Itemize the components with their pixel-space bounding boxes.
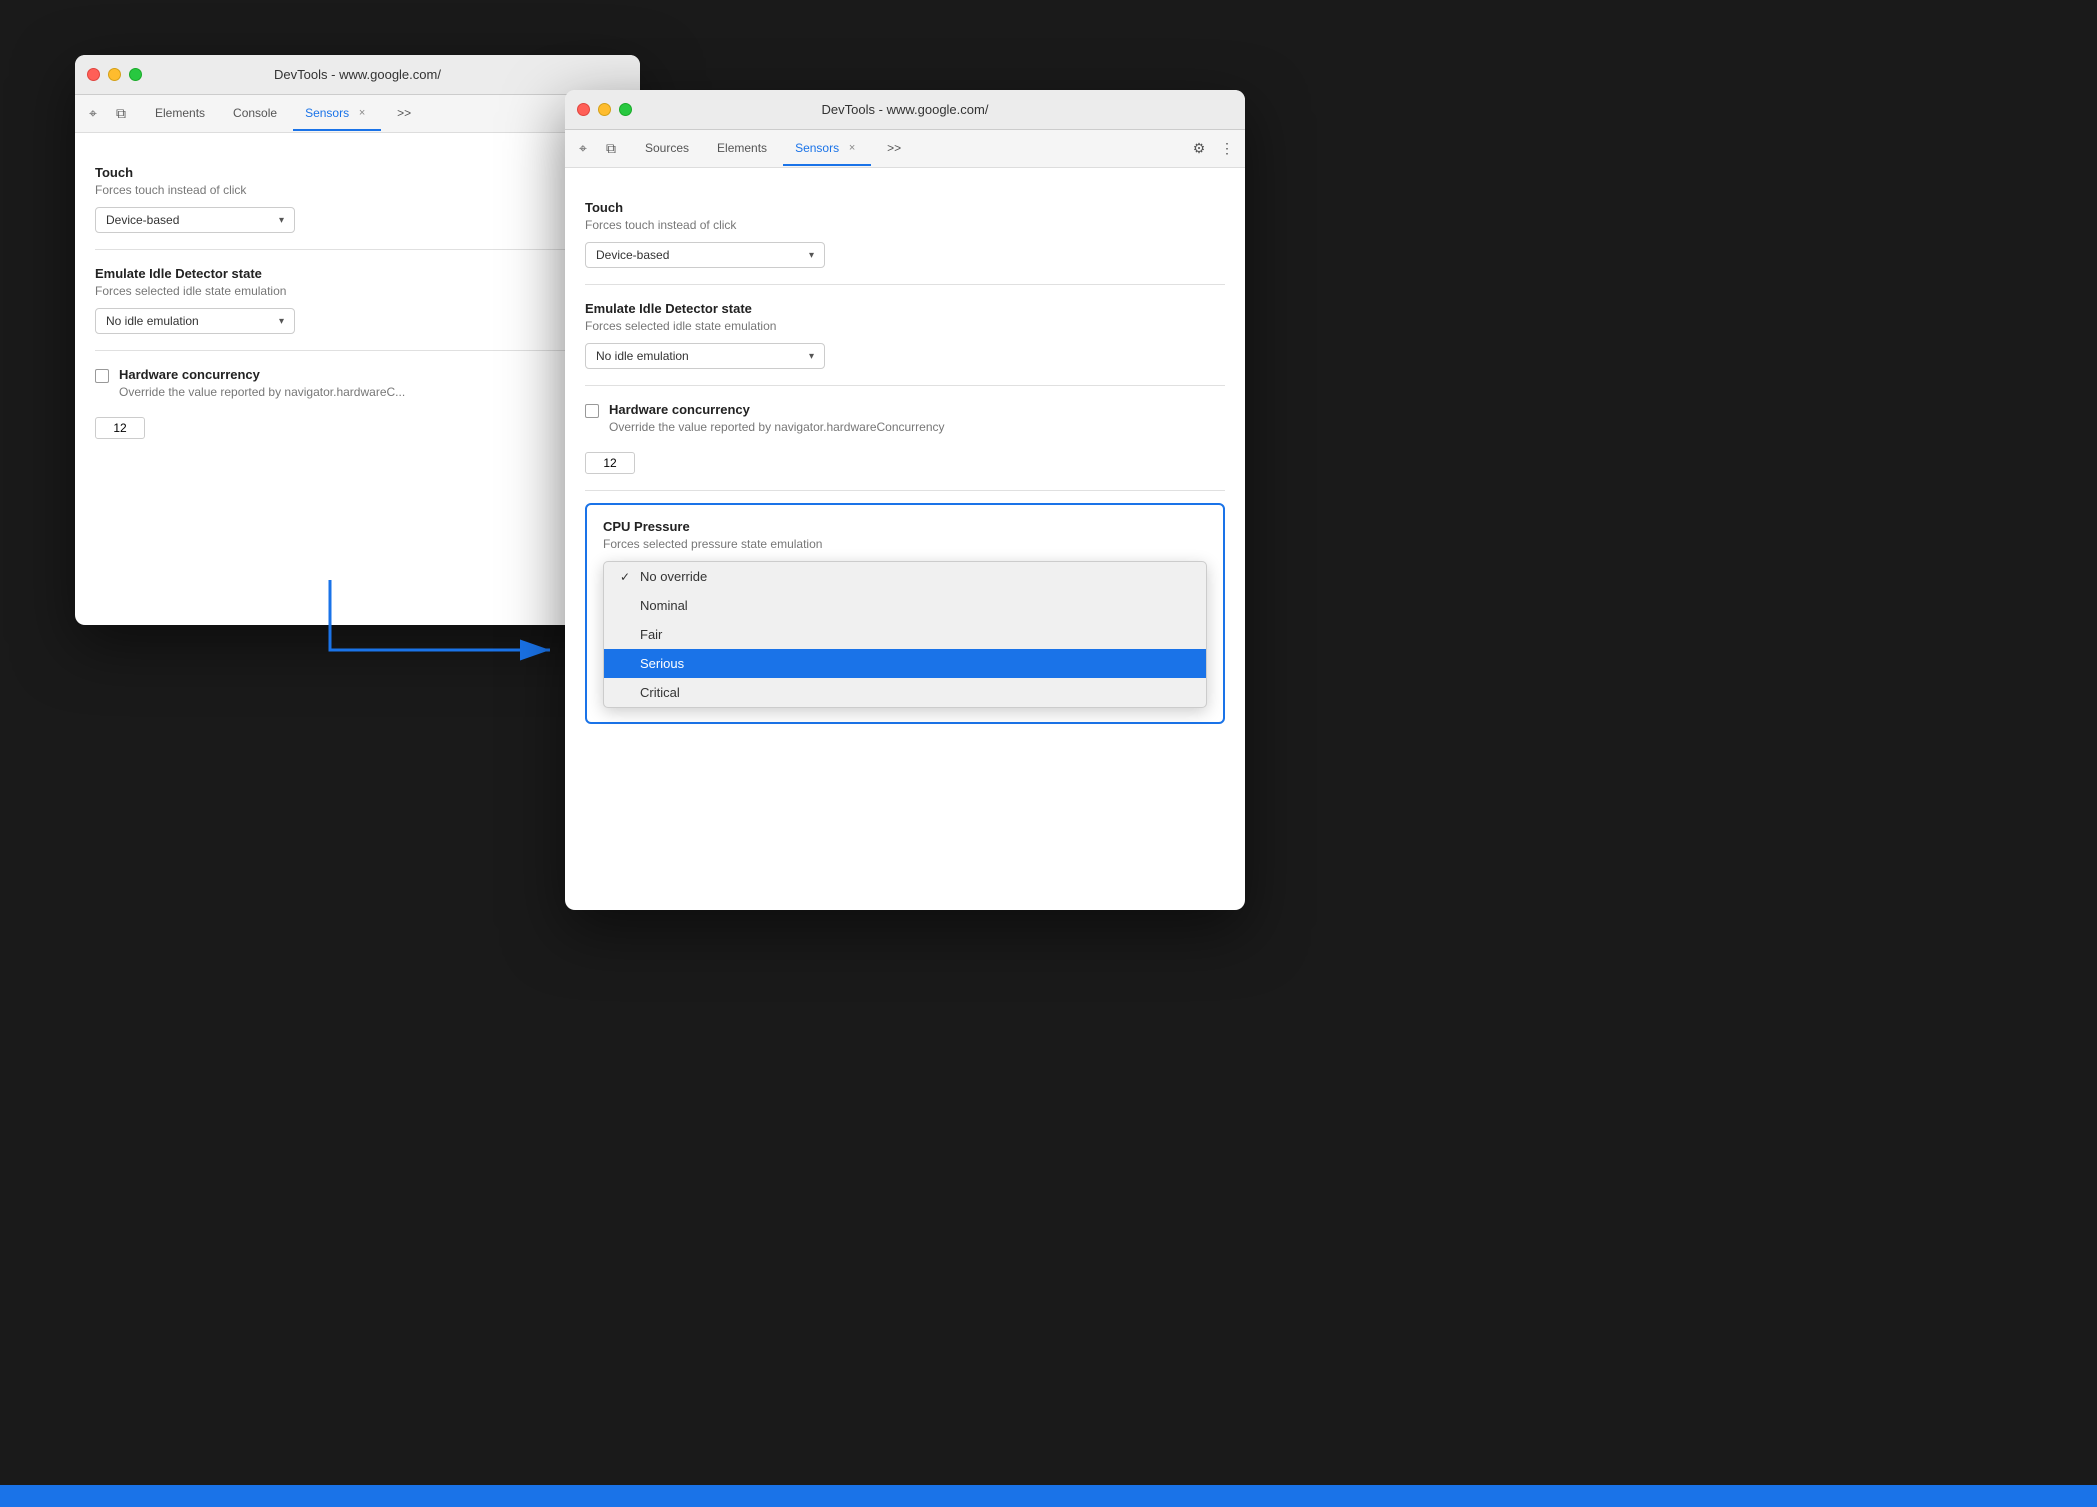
touch-section-1: Touch Forces touch instead of click Devi… (95, 149, 620, 250)
hardware-checkbox-1[interactable] (95, 369, 109, 383)
idle-desc-2: Forces selected idle state emulation (585, 319, 1225, 333)
hardware-section-2: Hardware concurrency Override the value … (585, 386, 1225, 491)
close-button-1[interactable] (87, 68, 100, 81)
touch-desc-2: Forces touch instead of click (585, 218, 1225, 232)
title-bar-1: DevTools - www.google.com/ (75, 55, 640, 95)
touch-title-1: Touch (95, 165, 620, 180)
tab-bar-1: ⌖ ⧉ Elements Console Sensors × >> (75, 95, 640, 133)
hardware-content-2: Hardware concurrency Override the value … (609, 402, 945, 444)
devtools-window-1: DevTools - www.google.com/ ⌖ ⧉ Elements … (75, 55, 640, 625)
idle-title-1: Emulate Idle Detector state (95, 266, 620, 281)
traffic-lights-1 (87, 68, 142, 81)
minimize-button-2[interactable] (598, 103, 611, 116)
touch-dropdown-2[interactable]: Device-based ▾ (585, 242, 825, 268)
idle-dropdown-arrow-1: ▾ (279, 316, 284, 327)
cpu-pressure-title: CPU Pressure (603, 519, 1207, 534)
window-title-2: DevTools - www.google.com/ (822, 102, 989, 117)
title-bar-2: DevTools - www.google.com/ (565, 90, 1245, 130)
cpu-option-critical[interactable]: Critical (604, 678, 1206, 707)
gear-icon-2[interactable]: ⚙ (1189, 139, 1209, 159)
close-button-2[interactable] (577, 103, 590, 116)
hardware-checkbox-row-1: Hardware concurrency Override the value … (95, 367, 620, 409)
hardware-title-1: Hardware concurrency (119, 367, 405, 382)
tab-bar-2: ⌖ ⧉ Sources Elements Sensors × >> ⚙ ⋮ (565, 130, 1245, 168)
hardware-input-1[interactable] (95, 417, 145, 439)
tab-more-1[interactable]: >> (385, 97, 423, 131)
hardware-section-1: Hardware concurrency Override the value … (95, 351, 620, 455)
idle-dropdown-arrow-2: ▾ (809, 351, 814, 362)
idle-desc-1: Forces selected idle state emulation (95, 284, 620, 298)
cursor-icon-2[interactable]: ⌖ (573, 139, 593, 159)
touch-section-2: Touch Forces touch instead of click Devi… (585, 184, 1225, 285)
maximize-button-1[interactable] (129, 68, 142, 81)
content-2: Touch Forces touch instead of click Devi… (565, 168, 1245, 752)
tab-close-1[interactable]: × (355, 106, 369, 120)
tab-more-2[interactable]: >> (875, 132, 913, 166)
tab-close-2[interactable]: × (845, 141, 859, 155)
traffic-lights-2 (577, 103, 632, 116)
maximize-button-2[interactable] (619, 103, 632, 116)
menu-icon-2[interactable]: ⋮ (1217, 139, 1237, 159)
touch-dropdown-arrow-1: ▾ (279, 215, 284, 226)
blue-bar (0, 1485, 2097, 1507)
idle-section-2: Emulate Idle Detector state Forces selec… (585, 285, 1225, 386)
minimize-button-1[interactable] (108, 68, 121, 81)
layers-icon-2[interactable]: ⧉ (601, 139, 621, 159)
hardware-title-2: Hardware concurrency (609, 402, 945, 417)
cpu-option-nominal[interactable]: Nominal (604, 591, 1206, 620)
tab-sources-2[interactable]: Sources (633, 132, 701, 166)
touch-desc-1: Forces touch instead of click (95, 183, 620, 197)
idle-section-1: Emulate Idle Detector state Forces selec… (95, 250, 620, 351)
tab-sensors-2[interactable]: Sensors × (783, 132, 871, 166)
hardware-content-1: Hardware concurrency Override the value … (119, 367, 405, 409)
tab-bar-icons-2: ⌖ ⧉ (573, 139, 621, 159)
touch-dropdown-arrow-2: ▾ (809, 250, 814, 261)
hardware-desc-1: Override the value reported by navigator… (119, 385, 405, 399)
touch-title-2: Touch (585, 200, 1225, 215)
cpu-pressure-dropdown-menu: ✓ No override Nominal Fair Serious (603, 561, 1207, 708)
tab-bar-icons-1: ⌖ ⧉ (83, 104, 131, 124)
cpu-pressure-section: CPU Pressure Forces selected pressure st… (585, 503, 1225, 724)
layers-icon[interactable]: ⧉ (111, 104, 131, 124)
idle-dropdown-1[interactable]: No idle emulation ▾ (95, 308, 295, 334)
cpu-option-fair[interactable]: Fair (604, 620, 1206, 649)
cpu-option-serious[interactable]: Serious (604, 649, 1206, 678)
cursor-icon[interactable]: ⌖ (83, 104, 103, 124)
tab-elements-1[interactable]: Elements (143, 97, 217, 131)
idle-dropdown-2[interactable]: No idle emulation ▾ (585, 343, 825, 369)
tab-console-1[interactable]: Console (221, 97, 289, 131)
content-1: Touch Forces touch instead of click Devi… (75, 133, 640, 471)
cpu-option-no-override[interactable]: ✓ No override (604, 562, 1206, 591)
hardware-checkbox-2[interactable] (585, 404, 599, 418)
tab-sensors-1[interactable]: Sensors × (293, 97, 381, 131)
tab-elements-2[interactable]: Elements (705, 132, 779, 166)
hardware-checkbox-row-2: Hardware concurrency Override the value … (585, 402, 1225, 444)
tab-bar-right-2: ⚙ ⋮ (1189, 139, 1237, 159)
cpu-pressure-desc: Forces selected pressure state emulation (603, 537, 1207, 551)
touch-dropdown-1[interactable]: Device-based ▾ (95, 207, 295, 233)
devtools-window-2: DevTools - www.google.com/ ⌖ ⧉ Sources E… (565, 90, 1245, 910)
window-title-1: DevTools - www.google.com/ (274, 67, 441, 82)
hardware-input-2[interactable] (585, 452, 635, 474)
hardware-desc-2: Override the value reported by navigator… (609, 420, 945, 434)
idle-title-2: Emulate Idle Detector state (585, 301, 1225, 316)
check-no-override: ✓ (620, 570, 634, 584)
